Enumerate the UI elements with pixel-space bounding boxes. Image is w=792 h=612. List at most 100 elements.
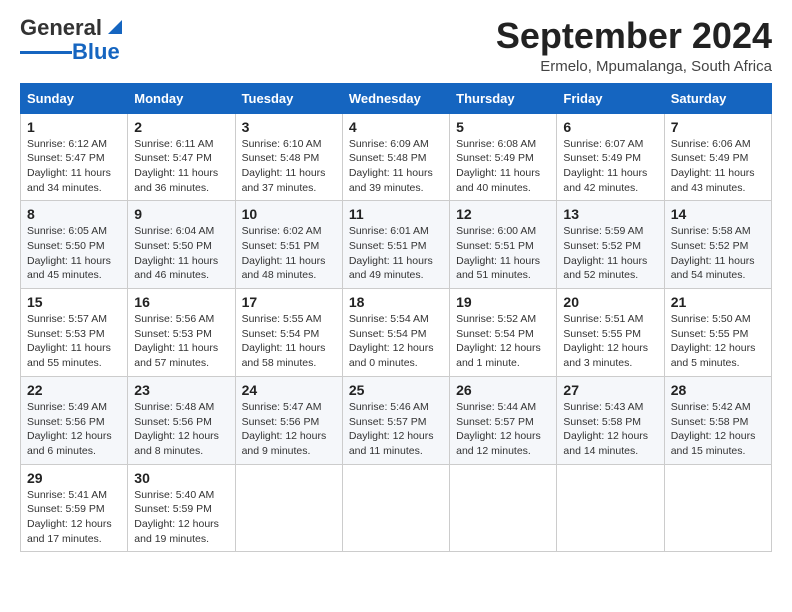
table-row: 25Sunrise: 5:46 AMSunset: 5:57 PMDayligh… [342,376,449,464]
day-number: 9 [134,206,228,222]
day-number: 6 [563,119,657,135]
day-number: 24 [242,382,336,398]
day-info: Sunrise: 5:50 AMSunset: 5:55 PMDaylight:… [671,312,765,371]
calendar-week-row: 29 Sunrise: 5:41 AMSunset: 5:59 PMDayligh… [21,464,772,552]
table-row: 11 Sunrise: 6:01 AMSunset: 5:51 PMDayligh… [342,201,449,289]
calendar-week-row: 22 Sunrise: 5:49 AMSunset: 5:56 PMDayligh… [21,376,772,464]
table-row: 9 Sunrise: 6:04 AMSunset: 5:50 PMDaylight… [128,201,235,289]
table-row: 28Sunrise: 5:42 AMSunset: 5:58 PMDayligh… [664,376,771,464]
page-subtitle: Ermelo, Mpumalanga, South Africa [496,58,772,75]
day-number: 4 [349,119,443,135]
table-row: 24 Sunrise: 5:47 AMSunset: 5:56 PMDayligh… [235,376,342,464]
table-row: 6 Sunrise: 6:07 AMSunset: 5:49 PMDaylight… [557,113,664,201]
col-wednesday: Wednesday [342,83,449,113]
day-number: 3 [242,119,336,135]
col-thursday: Thursday [450,83,557,113]
table-row: 16 Sunrise: 5:56 AMSunset: 5:53 PMDayligh… [128,289,235,377]
day-number: 17 [242,294,336,310]
day-info: Sunrise: 6:05 AMSunset: 5:50 PMDaylight:… [27,224,121,283]
day-info: Sunrise: 5:54 AMSunset: 5:54 PMDaylight:… [349,312,443,371]
day-info: Sunrise: 6:00 AMSunset: 5:51 PMDaylight:… [456,224,550,283]
table-row [450,464,557,552]
day-number: 22 [27,382,121,398]
table-row: 23 Sunrise: 5:48 AMSunset: 5:56 PMDayligh… [128,376,235,464]
day-number: 13 [563,206,657,222]
calendar-table: Sunday Monday Tuesday Wednesday Thursday… [20,83,772,553]
day-info: Sunrise: 5:49 AMSunset: 5:56 PMDaylight:… [27,400,121,459]
table-row: 21 Sunrise: 5:50 AMSunset: 5:55 PMDayligh… [664,289,771,377]
day-info: Sunrise: 6:04 AMSunset: 5:50 PMDaylight:… [134,224,228,283]
col-tuesday: Tuesday [235,83,342,113]
day-info: Sunrise: 6:02 AMSunset: 5:51 PMDaylight:… [242,224,336,283]
day-number: 29 [27,470,121,486]
logo: General Blue [20,16,126,64]
day-info: Sunrise: 5:59 AMSunset: 5:52 PMDaylight:… [563,224,657,283]
table-row [664,464,771,552]
day-number: 11 [349,206,443,222]
day-info: Sunrise: 5:48 AMSunset: 5:56 PMDaylight:… [134,400,228,459]
table-row: 7Sunrise: 6:06 AMSunset: 5:49 PMDaylight… [664,113,771,201]
day-info: Sunrise: 5:55 AMSunset: 5:54 PMDaylight:… [242,312,336,371]
table-row: 13 Sunrise: 5:59 AMSunset: 5:52 PMDayligh… [557,201,664,289]
table-row: 18Sunrise: 5:54 AMSunset: 5:54 PMDayligh… [342,289,449,377]
day-number: 16 [134,294,228,310]
day-number: 21 [671,294,765,310]
table-row [342,464,449,552]
day-info: Sunrise: 5:40 AMSunset: 5:59 PMDaylight:… [134,488,228,547]
day-info: Sunrise: 5:41 AMSunset: 5:59 PMDaylight:… [27,488,121,547]
col-saturday: Saturday [664,83,771,113]
day-info: Sunrise: 5:51 AMSunset: 5:55 PMDaylight:… [563,312,657,371]
day-number: 1 [27,119,121,135]
page: General Blue September 2024 Ermelo, Mpum… [0,0,792,568]
table-row: 3 Sunrise: 6:10 AMSunset: 5:48 PMDaylight… [235,113,342,201]
table-row: 12Sunrise: 6:00 AMSunset: 5:51 PMDayligh… [450,201,557,289]
table-row [557,464,664,552]
title-block: September 2024 Ermelo, Mpumalanga, South… [496,16,772,75]
table-row: 30 Sunrise: 5:40 AMSunset: 5:59 PMDayligh… [128,464,235,552]
day-number: 26 [456,382,550,398]
day-number: 30 [134,470,228,486]
day-number: 14 [671,206,765,222]
day-info: Sunrise: 5:42 AMSunset: 5:58 PMDaylight:… [671,400,765,459]
day-number: 27 [563,382,657,398]
day-info: Sunrise: 6:11 AMSunset: 5:47 PMDaylight:… [134,137,228,196]
day-info: Sunrise: 6:10 AMSunset: 5:48 PMDaylight:… [242,137,336,196]
logo-blue-text: Blue [72,40,120,64]
day-number: 5 [456,119,550,135]
day-number: 7 [671,119,765,135]
table-row [235,464,342,552]
table-row: 29 Sunrise: 5:41 AMSunset: 5:59 PMDayligh… [21,464,128,552]
day-info: Sunrise: 5:43 AMSunset: 5:58 PMDaylight:… [563,400,657,459]
day-info: Sunrise: 5:57 AMSunset: 5:53 PMDaylight:… [27,312,121,371]
day-info: Sunrise: 5:58 AMSunset: 5:52 PMDaylight:… [671,224,765,283]
day-info: Sunrise: 5:44 AMSunset: 5:57 PMDaylight:… [456,400,550,459]
calendar-week-row: 8Sunrise: 6:05 AMSunset: 5:50 PMDaylight… [21,201,772,289]
table-row: 20Sunrise: 5:51 AMSunset: 5:55 PMDayligh… [557,289,664,377]
calendar-week-row: 1 Sunrise: 6:12 AMSunset: 5:47 PMDaylight… [21,113,772,201]
logo-triangle-icon [104,16,126,38]
day-number: 15 [27,294,121,310]
table-row: 26 Sunrise: 5:44 AMSunset: 5:57 PMDayligh… [450,376,557,464]
day-number: 10 [242,206,336,222]
day-number: 25 [349,382,443,398]
day-info: Sunrise: 6:12 AMSunset: 5:47 PMDaylight:… [27,137,121,196]
calendar-week-row: 15 Sunrise: 5:57 AMSunset: 5:53 PMDayligh… [21,289,772,377]
col-friday: Friday [557,83,664,113]
day-info: Sunrise: 6:08 AMSunset: 5:49 PMDaylight:… [456,137,550,196]
day-number: 2 [134,119,228,135]
logo-text: General [20,16,102,40]
table-row: 15 Sunrise: 5:57 AMSunset: 5:53 PMDayligh… [21,289,128,377]
table-row: 27 Sunrise: 5:43 AMSunset: 5:58 PMDayligh… [557,376,664,464]
day-info: Sunrise: 6:07 AMSunset: 5:49 PMDaylight:… [563,137,657,196]
day-info: Sunrise: 5:47 AMSunset: 5:56 PMDaylight:… [242,400,336,459]
table-row: 10 Sunrise: 6:02 AMSunset: 5:51 PMDayligh… [235,201,342,289]
day-info: Sunrise: 6:01 AMSunset: 5:51 PMDaylight:… [349,224,443,283]
header: General Blue September 2024 Ermelo, Mpum… [20,16,772,75]
table-row: 22 Sunrise: 5:49 AMSunset: 5:56 PMDayligh… [21,376,128,464]
day-number: 23 [134,382,228,398]
day-info: Sunrise: 5:56 AMSunset: 5:53 PMDaylight:… [134,312,228,371]
table-row: 14 Sunrise: 5:58 AMSunset: 5:52 PMDayligh… [664,201,771,289]
table-row: 5 Sunrise: 6:08 AMSunset: 5:49 PMDaylight… [450,113,557,201]
table-row: 4Sunrise: 6:09 AMSunset: 5:48 PMDaylight… [342,113,449,201]
col-sunday: Sunday [21,83,128,113]
